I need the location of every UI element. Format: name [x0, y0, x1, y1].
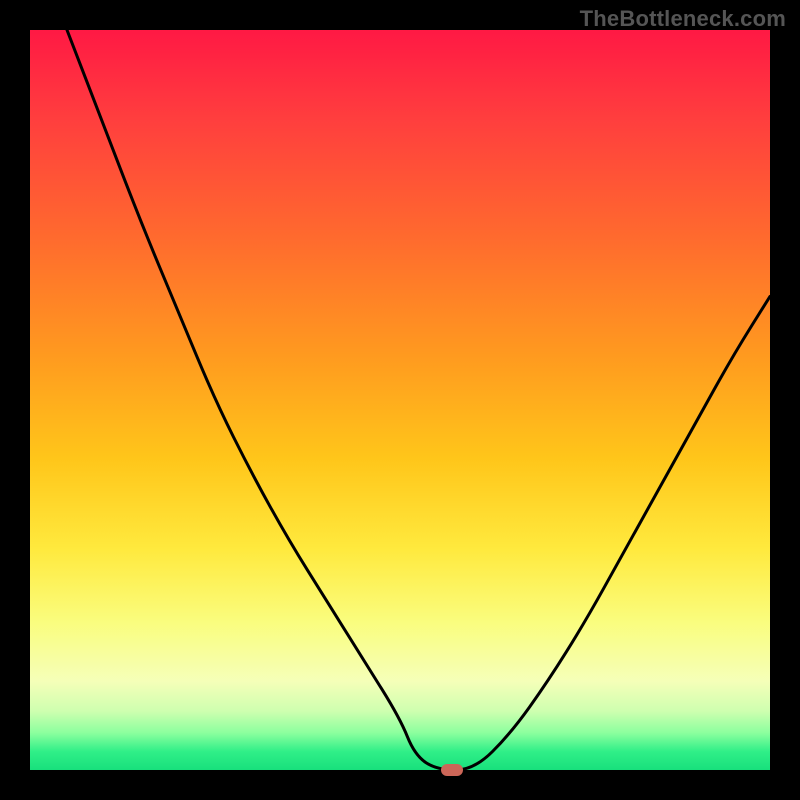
attribution-label: TheBottleneck.com [580, 6, 786, 32]
curve-path [67, 30, 770, 770]
plot-area [30, 30, 770, 770]
bottleneck-curve [30, 30, 770, 770]
chart-frame: TheBottleneck.com [0, 0, 800, 800]
optimal-marker [441, 764, 463, 776]
